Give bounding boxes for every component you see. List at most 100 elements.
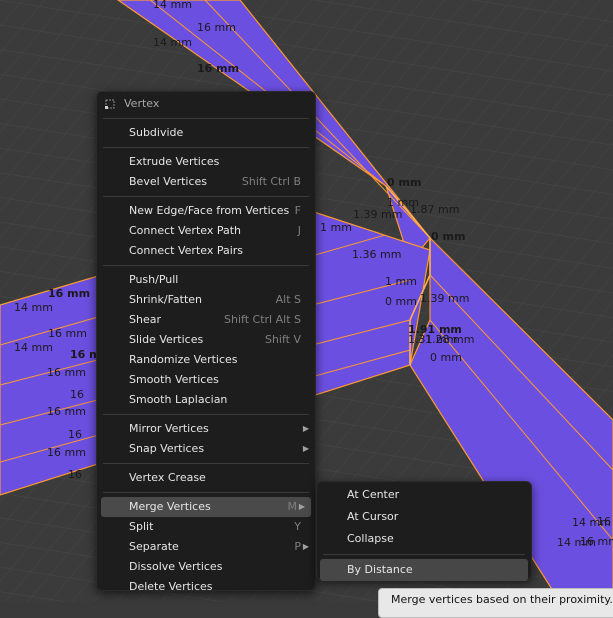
menu-item-delete-vertices[interactable]: Delete Vertices bbox=[97, 577, 315, 597]
submenu-item-by-distance[interactable]: By Distance bbox=[320, 559, 528, 581]
shortcut-hint: F bbox=[294, 204, 301, 217]
measurement-label: 16 bbox=[70, 388, 84, 401]
submenu-arrow-icon: ▶ bbox=[302, 444, 309, 453]
menu-item-slide-vertices[interactable]: Slide Vertices Shift V bbox=[97, 330, 315, 350]
submenu-item-label: Collapse bbox=[347, 532, 394, 545]
menu-item-label: Dissolve Vertices bbox=[129, 560, 223, 573]
submenu-item-label: By Distance bbox=[347, 563, 413, 576]
menu-separator bbox=[103, 463, 309, 464]
measurement-label: 1.39 mm bbox=[353, 208, 403, 221]
measurement-label: 16 bbox=[68, 428, 82, 441]
menu-item-separate[interactable]: Separate P ▶ bbox=[97, 537, 315, 557]
menu-item-shear[interactable]: Shear Shift Ctrl Alt S bbox=[97, 310, 315, 330]
shortcut-hint: Shift Ctrl B bbox=[241, 175, 301, 188]
measurement-label: 16 mm bbox=[47, 366, 86, 379]
menu-title: Vertex bbox=[124, 96, 160, 110]
menu-separator bbox=[103, 147, 309, 148]
menu-item-new-edge-face-from-vertices[interactable]: New Edge/Face from Vertices F bbox=[97, 201, 315, 221]
menu-item-label: Smooth Laplacian bbox=[129, 393, 228, 406]
menu-separator bbox=[103, 196, 309, 197]
menu-item-label: Bevel Vertices bbox=[129, 175, 208, 188]
submenu-item-label: At Center bbox=[347, 488, 400, 501]
menu-item-label: New Edge/Face from Vertices bbox=[129, 204, 290, 217]
tooltip-text: Merge vertices based on their proximity. bbox=[391, 593, 613, 606]
menu-item-dissolve-vertices[interactable]: Dissolve Vertices bbox=[97, 557, 315, 577]
menu-item-bevel-vertices[interactable]: Bevel Vertices Shift Ctrl B bbox=[97, 172, 315, 192]
measurement-label: 1 mm bbox=[320, 221, 352, 234]
menu-separator bbox=[103, 118, 309, 119]
menu-item-label: Extrude Vertices bbox=[129, 155, 220, 168]
submenu-item-label: At Cursor bbox=[347, 510, 399, 523]
measurement-label: 16 bbox=[597, 515, 611, 528]
measurement-label: 14 mm bbox=[153, 36, 192, 49]
menu-item-label: Randomize Vertices bbox=[129, 353, 238, 366]
measurement-label: 0 mm bbox=[385, 295, 417, 308]
menu-item-label: Shear bbox=[129, 313, 161, 326]
merge-submenu: At Center At Cursor Collapse By Distance bbox=[316, 481, 532, 581]
tooltip: Merge vertices based on their proximity. bbox=[378, 588, 613, 618]
measurement-label: 14 mm bbox=[153, 0, 192, 11]
measurement-label: 0 mm bbox=[387, 176, 422, 189]
menu-item-vertex-crease[interactable]: Vertex Crease bbox=[97, 468, 315, 488]
measurement-label: 1.36 mm bbox=[352, 248, 402, 261]
menu-item-label: Split bbox=[129, 520, 154, 533]
menu-item-label: Shrink/Fatten bbox=[129, 293, 203, 306]
menu-item-label: Push/Pull bbox=[129, 273, 179, 286]
measurement-label: 1 mm bbox=[385, 275, 417, 288]
measurement-label: 16 mm bbox=[197, 62, 240, 75]
menu-item-randomize-vertices[interactable]: Randomize Vertices bbox=[97, 350, 315, 370]
submenu-item-collapse[interactable]: Collapse bbox=[317, 528, 531, 550]
menu-item-label: Snap Vertices bbox=[129, 442, 205, 455]
menu-item-snap-vertices[interactable]: Snap Vertices ▶ bbox=[97, 439, 315, 459]
submenu-arrow-icon: ▶ bbox=[302, 424, 309, 433]
menu-item-label: Slide Vertices bbox=[129, 333, 204, 346]
measurement-label: 0 mm bbox=[431, 230, 466, 243]
menu-item-label: Subdivide bbox=[129, 126, 184, 139]
measurement-label: 16 mm bbox=[197, 21, 236, 34]
menu-item-label: Merge Vertices bbox=[129, 500, 211, 513]
measurement-label: 16 mm bbox=[580, 535, 613, 548]
measurement-label: 16 mm bbox=[48, 287, 91, 300]
menu-item-subdivide[interactable]: Subdivide bbox=[97, 123, 315, 143]
submenu-item-at-center[interactable]: At Center bbox=[317, 484, 531, 506]
menu-item-label: Delete Vertices bbox=[129, 580, 213, 593]
measurement-label: 1.28 mm bbox=[425, 333, 475, 346]
shortcut-hint: Shift V bbox=[264, 333, 301, 346]
menu-item-label: Smooth Vertices bbox=[129, 373, 219, 386]
shortcut-hint: M bbox=[287, 500, 298, 513]
menu-item-split[interactable]: Split Y bbox=[97, 517, 315, 537]
menu-separator bbox=[323, 554, 525, 555]
submenu-arrow-icon: ▶ bbox=[302, 542, 309, 551]
measurement-label: 0 mm bbox=[430, 351, 462, 364]
shortcut-hint: Alt S bbox=[275, 293, 301, 306]
menu-item-push-pull[interactable]: Push/Pull bbox=[97, 270, 315, 290]
menu-header: Vertex bbox=[97, 92, 315, 114]
vertex-context-menu: Vertex Subdivide Extrude Vertices Bevel Ve… bbox=[96, 91, 316, 593]
measurement-label: 1.87 mm bbox=[410, 203, 460, 216]
measurement-label: 16 bbox=[68, 468, 82, 481]
menu-item-label: Separate bbox=[129, 540, 179, 553]
menu-item-connect-vertex-pairs[interactable]: Connect Vertex Pairs bbox=[97, 241, 315, 261]
vertex-icon bbox=[105, 99, 115, 109]
shortcut-hint: Y bbox=[294, 520, 301, 533]
submenu-item-at-cursor[interactable]: At Cursor bbox=[317, 506, 531, 528]
menu-item-smooth-laplacian[interactable]: Smooth Laplacian bbox=[97, 390, 315, 410]
menu-separator bbox=[103, 414, 309, 415]
measurement-label: 16 mm bbox=[48, 327, 87, 340]
menu-item-smooth-vertices[interactable]: Smooth Vertices bbox=[97, 370, 315, 390]
menu-item-mirror-vertices[interactable]: Mirror Vertices ▶ bbox=[97, 419, 315, 439]
menu-separator bbox=[103, 492, 309, 493]
menu-item-label: Vertex Crease bbox=[129, 471, 206, 484]
measurement-label: 16 mm bbox=[47, 446, 86, 459]
measurement-label: 14 mm bbox=[14, 301, 53, 314]
menu-separator bbox=[103, 265, 309, 266]
shortcut-hint: Shift Ctrl Alt S bbox=[224, 313, 301, 326]
menu-item-shrink-fatten[interactable]: Shrink/Fatten Alt S bbox=[97, 290, 315, 310]
menu-item-label: Connect Vertex Pairs bbox=[129, 244, 244, 257]
menu-item-connect-vertex-path[interactable]: Connect Vertex Path J bbox=[97, 221, 315, 241]
menu-item-label: Connect Vertex Path bbox=[129, 224, 241, 237]
submenu-arrow-icon: ▶ bbox=[298, 502, 305, 511]
menu-item-merge-vertices[interactable]: Merge Vertices M ▶ bbox=[101, 497, 311, 517]
menu-item-extrude-vertices[interactable]: Extrude Vertices bbox=[97, 152, 315, 172]
measurement-label: 1.39 mm bbox=[420, 292, 470, 305]
